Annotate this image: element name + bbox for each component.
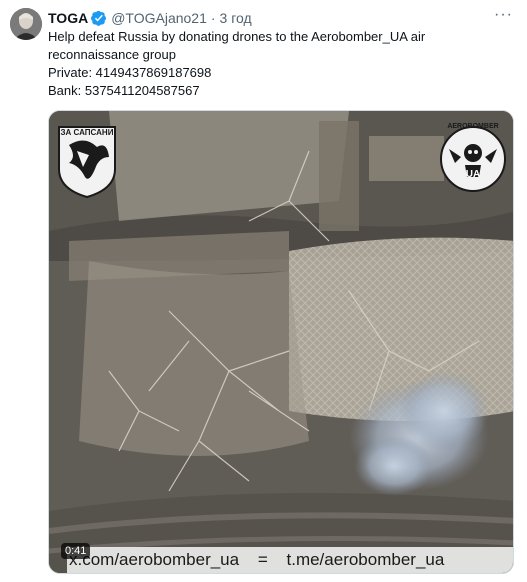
watermark-right-url: t.me/aerobomber_ua	[286, 550, 445, 569]
header-separator: ·	[210, 10, 216, 26]
author-handle[interactable]: @TOGAjano21	[111, 10, 207, 26]
author-name[interactable]: TOGA	[48, 10, 88, 26]
tweet-text: Help defeat Russia by donating drones to…	[48, 28, 508, 100]
more-options-icon[interactable]: ···	[494, 6, 513, 24]
watermark-equals: =	[257, 550, 268, 569]
logo-left-text: ЗА САПСАНИ	[60, 128, 114, 137]
verified-badge-icon	[91, 10, 107, 26]
logo-right-bottom-text: UA	[465, 169, 481, 180]
video-watermark: x.com/aerobomber_ua = t.me/aerobomber_ua	[67, 547, 513, 573]
tweet-text-line: Private: 4149437869187698	[48, 65, 212, 80]
tweet-text-line: Help defeat Russia by donating drones to…	[48, 29, 426, 44]
watermark-left-url: x.com/aerobomber_ua	[69, 550, 240, 569]
za-sapsany-logo: ЗА САПСАНИ	[55, 117, 119, 199]
avatar-image	[10, 8, 42, 40]
tweet-text-line: reconnaissance group	[48, 47, 176, 62]
video-player[interactable]: ЗА САПСАНИ AEROBOMBER UA x.com/aerobombe…	[48, 110, 514, 574]
logo-right-top-text: AEROBOMBER	[447, 123, 499, 130]
video-duration-badge: 0:41	[61, 543, 91, 559]
avatar[interactable]	[10, 8, 42, 40]
tweet-card[interactable]: TOGA @TOGAjano21 · 3 год ··· Help defeat…	[0, 0, 527, 582]
tweet-header: TOGA @TOGAjano21 · 3 год	[48, 8, 252, 28]
timestamp[interactable]: 3 год	[220, 10, 252, 26]
tweet-text-line: Bank: 5375411204587567	[48, 83, 200, 98]
aerobomber-logo: AEROBOMBER UA	[439, 119, 507, 195]
